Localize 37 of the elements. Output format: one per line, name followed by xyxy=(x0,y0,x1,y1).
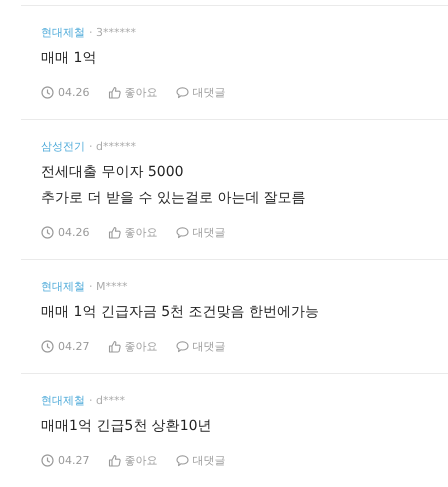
like-button[interactable]: 좋아요 xyxy=(108,452,158,468)
comment-text: 전세대출 무이자 5000 xyxy=(41,163,185,182)
author-id: · d**** xyxy=(89,393,125,409)
comment-text: 추가로 더 받을 수 있는걸로 아는데 잘모름 xyxy=(41,189,307,208)
author-id: · M**** xyxy=(89,279,128,295)
comment-text: 매매 1억 xyxy=(41,49,98,68)
author-id: · d****** xyxy=(89,139,136,155)
thumbs-up-icon xyxy=(108,86,120,98)
like-button[interactable]: 좋아요 xyxy=(108,84,158,100)
reply-button[interactable]: 대댓글 xyxy=(176,84,226,100)
speech-bubble-icon xyxy=(176,454,188,466)
clock-icon xyxy=(41,454,54,466)
thumbs-up-icon xyxy=(108,226,120,238)
thumbs-up-icon xyxy=(108,340,120,352)
comment-text: 매매1억 긴급5천 상환10년 xyxy=(41,417,213,436)
speech-bubble-icon xyxy=(176,226,188,238)
clock-icon xyxy=(41,340,54,352)
reply-button[interactable]: 대댓글 xyxy=(176,224,226,240)
company-name[interactable]: 현대제철 xyxy=(41,392,85,410)
like-button[interactable]: 좋아요 xyxy=(108,224,158,240)
clock-icon xyxy=(41,226,54,238)
author-id: · 3****** xyxy=(89,25,136,41)
like-button[interactable]: 좋아요 xyxy=(108,338,158,354)
speech-bubble-icon xyxy=(176,340,188,352)
reply-button[interactable]: 대댓글 xyxy=(176,452,226,468)
reply-button[interactable]: 대댓글 xyxy=(176,338,226,354)
thumbs-up-icon xyxy=(108,454,120,466)
comment-date: 04.27 xyxy=(58,454,90,466)
comment-date: 04.27 xyxy=(58,340,90,352)
speech-bubble-icon xyxy=(176,86,188,98)
comment-date: 04.26 xyxy=(58,86,90,98)
clock-icon xyxy=(41,86,54,98)
company-name[interactable]: 현대제철 xyxy=(41,24,85,42)
company-name[interactable]: 삼성전기 xyxy=(41,138,85,156)
comment-date: 04.26 xyxy=(58,226,90,238)
company-name[interactable]: 현대제철 xyxy=(41,278,85,296)
comment-text: 매매 1억 긴급자금 5천 조건맞음 한번에가능 xyxy=(41,303,320,322)
